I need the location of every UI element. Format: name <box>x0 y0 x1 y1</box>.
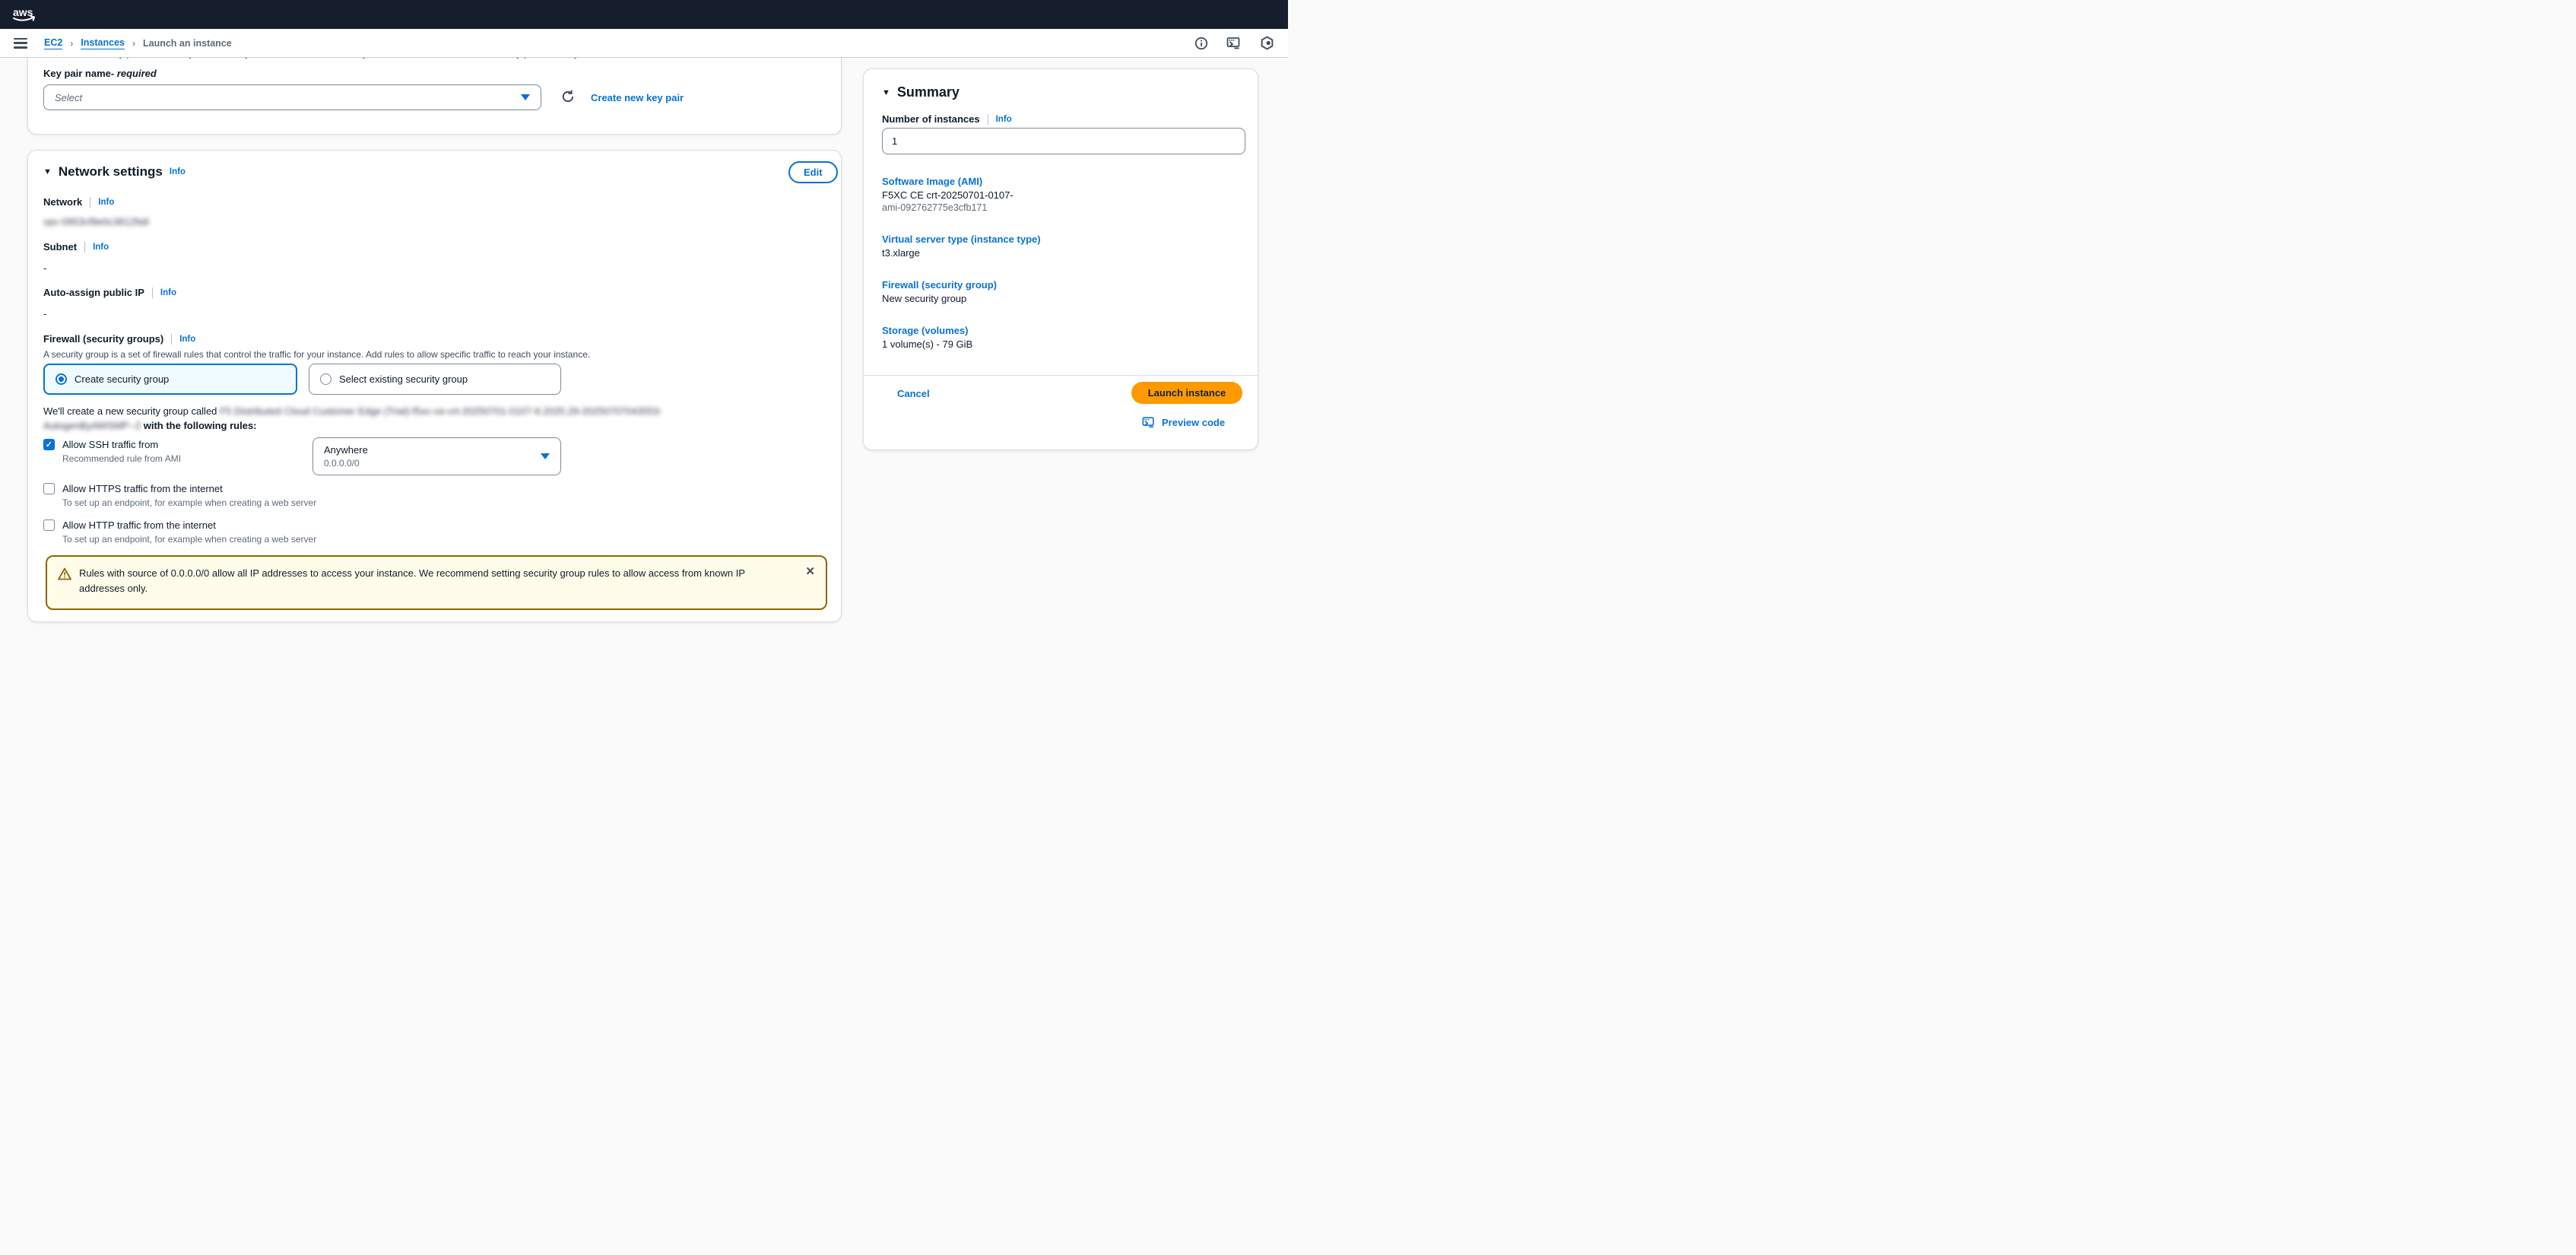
cancel-button[interactable]: Cancel <box>897 388 930 399</box>
menu-icon[interactable] <box>14 38 27 49</box>
info-link[interactable]: Info <box>98 198 114 207</box>
chevron-down-icon <box>541 453 550 459</box>
create-security-group-option[interactable]: Create security group <box>43 364 297 395</box>
divider <box>864 375 1258 376</box>
check-icon: ✓ <box>46 440 52 450</box>
create-key-pair-link[interactable]: Create new key pair <box>591 92 684 103</box>
info-link[interactable]: Info <box>996 115 1012 124</box>
warning-banner: Rules with source of 0.0.0.0/0 allow all… <box>46 555 827 610</box>
summary-title: Summary <box>897 84 960 100</box>
number-of-instances-input[interactable] <box>882 128 1245 154</box>
info-link[interactable]: Info <box>170 167 186 176</box>
security-group-sentence: We'll create a new security group called… <box>43 404 662 433</box>
key-pair-select[interactable]: Select <box>43 84 541 110</box>
number-of-instances-label: Number of instances <box>882 113 980 125</box>
ssh-source-label: Anywhere <box>324 444 368 456</box>
chevron-right-icon: › <box>70 38 73 49</box>
subnet-label: Subnet <box>43 241 77 253</box>
preview-code-button[interactable]: Preview code <box>1142 416 1225 429</box>
ssh-rule-label: Allow SSH traffic from <box>62 439 181 450</box>
instance-type-link[interactable]: Virtual server type (instance type) <box>882 234 1041 245</box>
network-settings-title: Network settings <box>59 164 163 180</box>
key-pair-label: Key pair name <box>43 68 111 79</box>
http-rule-sub: To set up an endpoint, for example when … <box>62 534 316 545</box>
close-icon[interactable]: ✕ <box>805 566 815 599</box>
select-existing-security-group-label: Select existing security group <box>339 373 468 385</box>
ssh-rule-sub: Recommended rule from AMI <box>62 453 181 464</box>
summary-item-ami: Software Image (AMI) F5XC CE crt-2025070… <box>882 176 1014 213</box>
console-top-bar: aws <box>0 0 1288 29</box>
subnet-value: - <box>43 262 46 274</box>
radio-unselected-icon <box>320 373 332 385</box>
aws-logo[interactable]: aws <box>11 5 41 24</box>
firewall-description: A security group is a set of firewall ru… <box>43 349 590 360</box>
ssh-source-cidr: 0.0.0.0/0 <box>324 458 368 469</box>
firewall-link[interactable]: Firewall (security group) <box>882 279 997 291</box>
https-checkbox[interactable] <box>43 483 55 494</box>
network-label: Network <box>43 196 82 208</box>
chevron-down-icon <box>521 94 530 100</box>
ssh-source-select[interactable]: Anywhere 0.0.0.0/0 <box>312 437 561 475</box>
divider <box>152 288 153 298</box>
warning-text: Rules with source of 0.0.0.0/0 allow all… <box>79 566 763 599</box>
code-preview-icon <box>1142 416 1156 429</box>
redacted-sg-name: AutogenByAWSMP--2 <box>43 420 141 431</box>
settings-icon[interactable] <box>1260 36 1274 50</box>
caret-down-icon[interactable]: ▼ <box>43 167 52 176</box>
ssh-checkbox[interactable]: ✓ <box>43 439 55 450</box>
key-pair-select-value: Select <box>55 92 82 103</box>
info-link[interactable]: Info <box>179 335 195 344</box>
required-suffix: - required <box>111 68 157 79</box>
breadcrumb: EC2 › Instances › Launch an instance <box>44 37 232 49</box>
network-settings-card: ▼ Network settings Info Edit Network Inf… <box>27 150 842 622</box>
summary-item-instance-type: Virtual server type (instance type) t3.x… <box>882 234 1041 259</box>
radio-selected-icon <box>56 373 67 385</box>
auto-assign-ip-value: - <box>43 308 46 319</box>
caret-down-icon[interactable]: ▼ <box>882 88 890 97</box>
info-link[interactable]: Info <box>93 243 109 252</box>
firewall-label: Firewall (security groups) <box>43 333 163 345</box>
http-checkbox[interactable] <box>43 519 55 531</box>
breadcrumb-instances[interactable]: Instances <box>81 37 125 49</box>
breadcrumb-current: Launch an instance <box>143 38 232 49</box>
network-value: vpc-0953cf9e0c3812fa9 <box>43 216 149 227</box>
preview-code-label: Preview code <box>1162 417 1225 428</box>
divider <box>84 242 85 253</box>
refresh-icon[interactable] <box>560 89 576 104</box>
launch-instance-button[interactable]: Launch instance <box>1131 382 1242 404</box>
ami-link[interactable]: Software Image (AMI) <box>882 176 1014 187</box>
info-link[interactable]: Info <box>160 288 176 297</box>
chevron-right-icon: › <box>132 38 135 49</box>
cloudshell-icon[interactable] <box>1226 37 1242 50</box>
https-rule-label: Allow HTTPS traffic from the internet <box>62 483 316 494</box>
auto-assign-ip-label: Auto-assign public IP <box>43 287 144 298</box>
breadcrumb-bar: EC2 › Instances › Launch an instance <box>0 29 1288 58</box>
warning-icon <box>58 567 71 580</box>
redacted-sg-name: F5 Distributed Cloud Customer Edge (Tria… <box>220 405 662 417</box>
divider <box>171 334 172 345</box>
https-rule-sub: To set up an endpoint, for example when … <box>62 497 316 508</box>
breadcrumb-ec2[interactable]: EC2 <box>44 37 62 49</box>
edit-button[interactable]: Edit <box>788 161 838 183</box>
summary-item-storage: Storage (volumes) 1 volume(s) - 79 GiB <box>882 325 972 350</box>
info-icon[interactable] <box>1194 37 1208 50</box>
http-rule-label: Allow HTTP traffic from the internet <box>62 519 316 531</box>
storage-link[interactable]: Storage (volumes) <box>882 325 972 336</box>
create-security-group-label: Create security group <box>75 373 169 385</box>
select-existing-security-group-option[interactable]: Select existing security group <box>309 364 561 395</box>
summary-card: ▼ Summary Number of instances Info Softw… <box>863 68 1258 450</box>
summary-item-firewall: Firewall (security group) New security g… <box>882 279 997 304</box>
